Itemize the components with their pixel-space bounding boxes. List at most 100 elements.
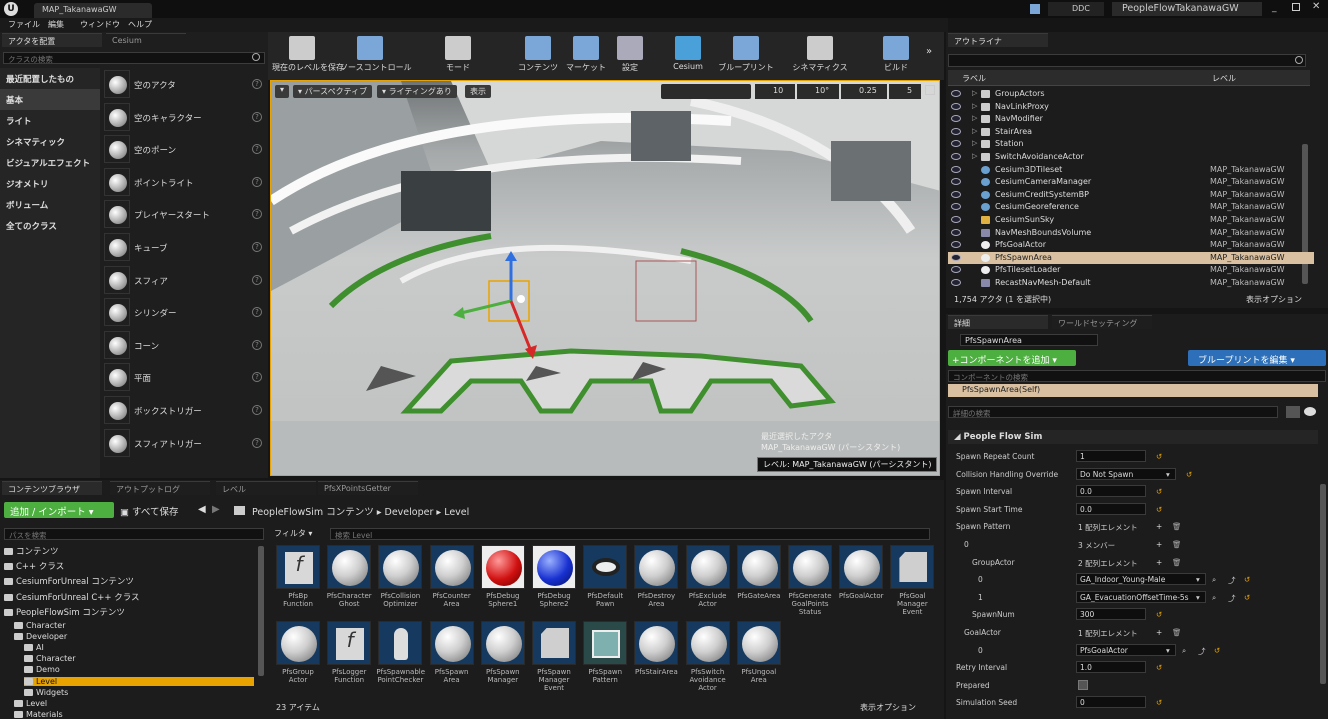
tree-folder[interactable]: PeopleFlowSim コンテンツ [4,606,125,618]
outliner-row[interactable]: ▷ NavLinkProxy [948,101,1314,114]
breadcrumb-level[interactable]: Level [444,507,469,518]
transform-gizmo[interactable] [451,251,571,371]
actor-name-field[interactable]: PfsSpawnArea [960,334,1098,346]
lighting-button[interactable]: ▾ ライティングあり [377,85,457,98]
reset-arrow-icon[interactable]: ↺ [1156,610,1162,619]
picker-icon[interactable]: ⤴ [1228,575,1236,586]
outliner-row[interactable]: CesiumCameraManager MAP_TakanawaGW [948,176,1314,189]
dropdown-arrow-icon[interactable]: ▾ [1196,593,1200,602]
asset-tile[interactable]: PfsSpawn Manager [479,621,527,693]
menu-help[interactable]: ヘルプ [128,19,152,30]
visibility-eye-icon[interactable] [951,216,961,223]
property-value[interactable]: 0 [1076,696,1146,709]
asset-tile[interactable]: PfsSpawn Pattern [581,621,629,693]
outliner-row[interactable]: CesiumSunSky MAP_TakanawaGW [948,214,1314,227]
toolbar-overflow-icon[interactable]: » [926,46,932,57]
tree-folder[interactable]: Level [14,699,47,708]
toolbar-button[interactable]: モード [428,34,488,78]
tree-folder[interactable]: Level [24,676,254,686]
property-value[interactable]: Do Not Spawn [1076,467,1176,480]
place-item[interactable]: スフィア? [104,265,266,298]
expand-arrow-icon[interactable]: ▷ [972,152,977,160]
transform-tools[interactable] [661,84,751,99]
toolbar-button[interactable]: Cesium [658,34,718,78]
details-scrollbar[interactable] [1320,484,1326,684]
tab-cesium[interactable]: Cesium [106,33,186,47]
reset-arrow-icon[interactable]: ↺ [1244,575,1250,584]
category-geometry[interactable]: ジオメトリ [0,173,100,194]
property-value[interactable]: 1 [1076,450,1146,462]
outliner-row[interactable]: ▷ Station [948,138,1314,151]
maximize-button[interactable] [1292,3,1300,11]
place-item[interactable]: スフィアトリガー? [104,428,266,461]
help-icon[interactable]: ? [252,176,262,187]
outliner-row[interactable]: ▷ NavModifier [948,113,1314,126]
tree-folder[interactable]: Developer [14,632,67,641]
property-matrix-icon[interactable] [1286,406,1300,418]
reset-arrow-icon[interactable]: ↺ [1214,646,1220,655]
visibility-eye-icon[interactable] [951,190,961,198]
property-value[interactable]: 300 [1076,608,1146,621]
reset-arrow-icon[interactable]: ↺ [1156,698,1162,707]
asset-tile[interactable]: PfsExclude Actor [684,545,732,617]
place-item[interactable]: 空のキャラクター? [104,102,266,135]
camera-speed-value[interactable]: 5 [889,84,921,99]
show-button[interactable]: 表示 [465,85,491,98]
map-tab[interactable]: MAP_TakanawaGW [34,3,152,18]
section-people-flow-sim[interactable]: ◢ People Flow Sim [948,430,1318,444]
visibility-eye-icon[interactable] [951,241,961,249]
outliner-row[interactable]: ▷ GroupActors [948,88,1314,101]
add-element-icon[interactable]: + [1156,558,1162,567]
asset-tile[interactable]: PfsStairArea [632,621,680,693]
asset-tile[interactable]: PfsGenerate GoalPoints Status [786,545,834,617]
visibility-eye-icon[interactable] [951,140,961,148]
reset-arrow-icon[interactable]: ↺ [1156,663,1162,672]
visibility-eye-icon[interactable] [951,165,961,173]
place-item[interactable]: ポイントライト? [104,167,266,200]
menu-file[interactable]: ファイル [8,19,40,30]
close-button[interactable]: ✕ [1312,1,1320,12]
tree-folder[interactable]: AI [24,643,44,652]
dropdown-arrow-icon[interactable]: ▾ [1196,575,1200,584]
save-all-button[interactable]: ▣ すべて保存 [120,504,178,518]
help-icon[interactable]: ? [252,339,262,350]
tree-folder[interactable]: CesiumForUnreal コンテンツ [4,575,134,587]
expand-arrow-icon[interactable]: ▷ [972,114,977,122]
tab-2[interactable]: レベル [216,481,316,495]
property-value[interactable]: PfsGoalActor [1076,643,1176,656]
visibility-eye-icon[interactable] [951,127,961,135]
outliner-row[interactable]: PfsTilesetLoader MAP_TakanawaGW [948,264,1314,277]
place-item[interactable]: 空のアクタ? [104,70,266,102]
outliner-row[interactable]: PfsGoalActor MAP_TakanawaGW [948,239,1314,252]
place-item[interactable]: シリンダー? [104,298,266,330]
visibility-eye-icon[interactable] [951,253,961,261]
reset-arrow-icon[interactable]: ↺ [1244,593,1250,602]
rotation-snap-value[interactable]: 10° [797,84,839,99]
details-search-input[interactable]: 詳細の検索 [948,406,1278,418]
delete-icon[interactable]: 🗑 [1172,558,1182,567]
reset-arrow-icon[interactable]: ↺ [1186,470,1192,479]
browse-icon[interactable]: ⌕ [1212,593,1216,603]
dropdown-arrow-icon[interactable]: ▾ [1166,470,1170,479]
add-element-icon[interactable]: + [1156,628,1162,637]
browse-icon[interactable]: ⌕ [1182,646,1186,656]
picker-icon[interactable]: ⤴ [1228,593,1236,604]
tab-3[interactable]: PfsXPointsGetter [318,481,418,495]
source-control-icon[interactable] [1030,4,1040,14]
outliner-row[interactable]: CesiumGeoreference MAP_TakanawaGW [948,201,1314,214]
place-item[interactable]: キューブ? [104,233,266,265]
asset-tile[interactable]: PfsUngoal Area [735,621,783,693]
visibility-eye-icon[interactable] [951,279,961,286]
tab-outliner[interactable]: アウトライナ [948,33,1048,47]
toolbar-button[interactable]: ソースコントロール [340,34,412,78]
scale-snap-value[interactable]: 0.25 [841,84,887,99]
add-element-icon[interactable]: + [1156,540,1162,549]
column-label-header[interactable]: ラベル [962,73,986,84]
outliner-search-input[interactable] [948,54,1306,67]
outliner-view-options[interactable]: 表示オプション [1246,294,1302,305]
tree-folder[interactable]: CesiumForUnreal C++ クラス [4,591,140,603]
menu-window[interactable]: ウィンドウ [80,19,120,30]
help-icon[interactable]: ? [252,307,262,318]
reset-arrow-icon[interactable]: ↺ [1156,487,1162,496]
tree-folder[interactable]: Materials [14,710,63,719]
